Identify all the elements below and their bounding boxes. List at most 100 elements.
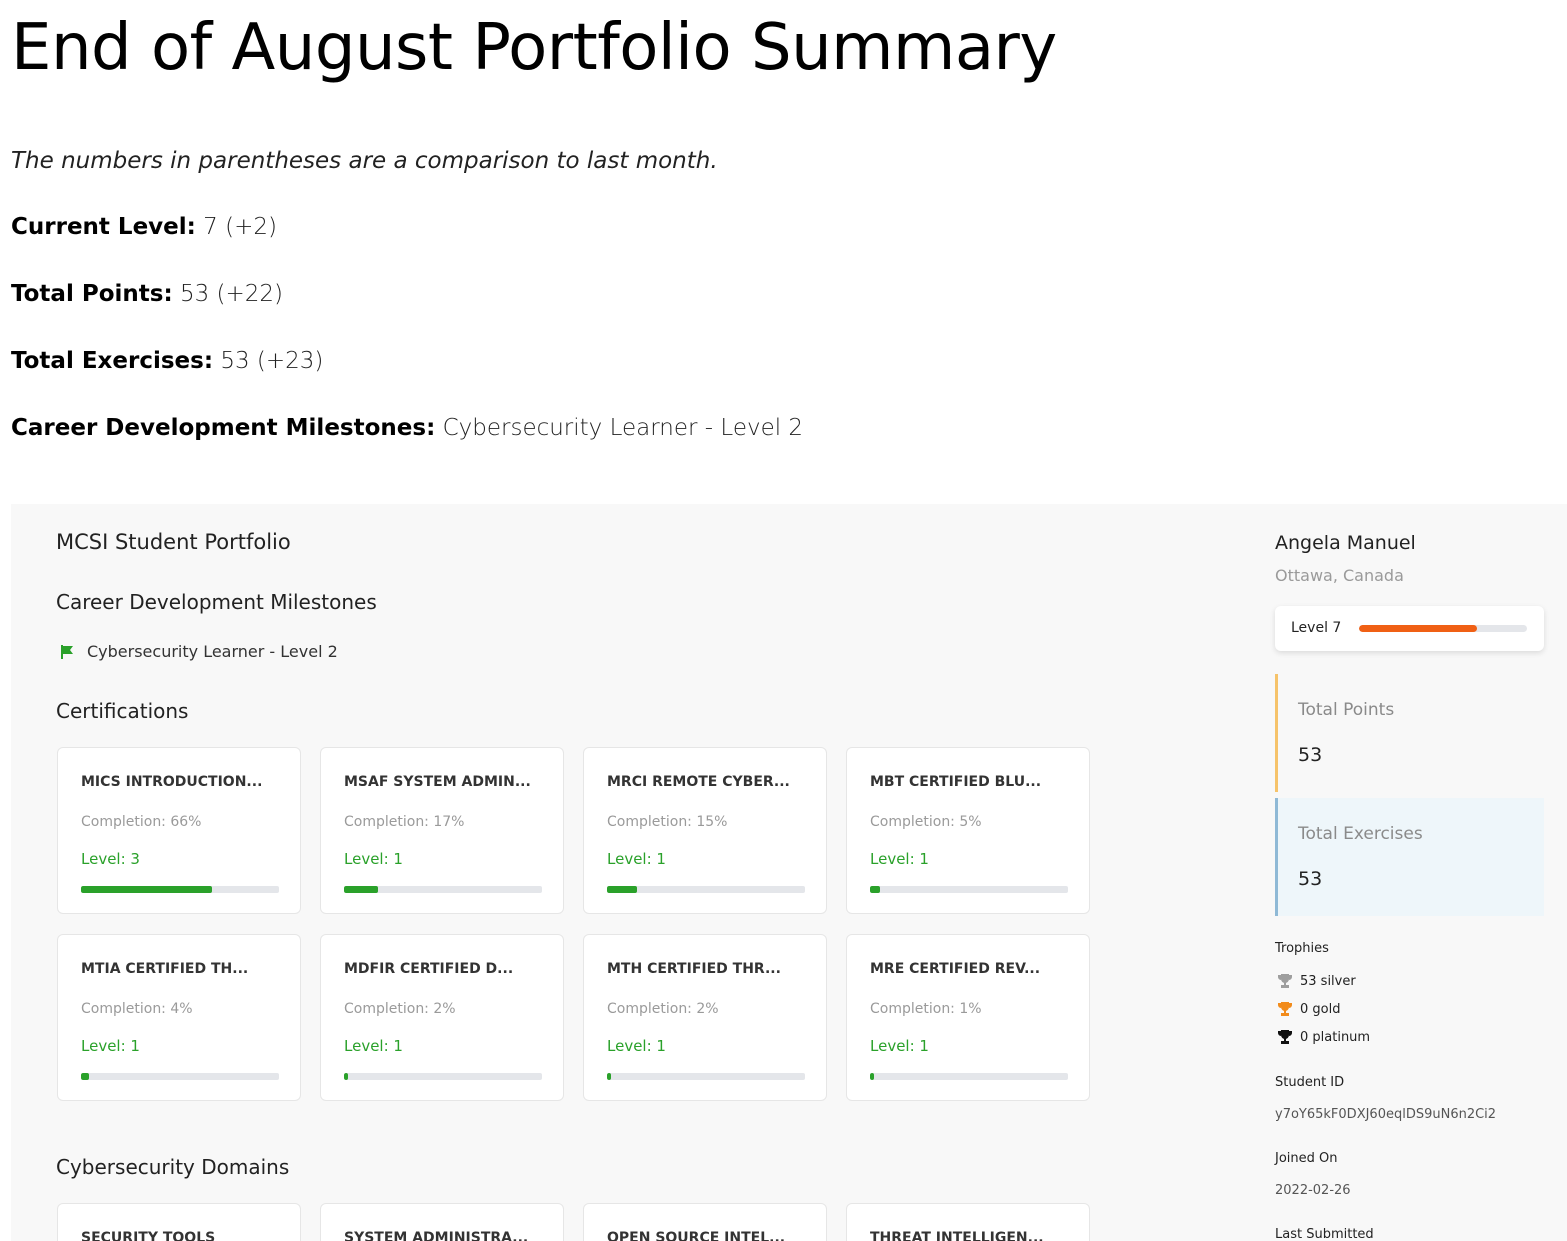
- certification-title: MBT CERTIFIED BLU...: [870, 774, 1042, 790]
- domain-title: THREAT INTELLIGEN...: [870, 1230, 1044, 1241]
- gold-trophy-icon: [1278, 1002, 1292, 1016]
- certification-title: MTH CERTIFIED THR...: [607, 961, 781, 977]
- level-label: Level 7: [1291, 620, 1342, 636]
- student-location: Ottawa, Canada: [1275, 566, 1404, 585]
- certification-completion: Completion: 2%: [344, 1001, 456, 1017]
- domain-title: OPEN SOURCE INTEL...: [607, 1230, 786, 1241]
- certification-card[interactable]: MTIA CERTIFIED TH... Completion: 4% Level:…: [57, 934, 301, 1101]
- student-id-value: y7oY65kF0DXJ60eqlDS9uN6n2Ci2: [1275, 1107, 1497, 1122]
- silver-count: 53 silver: [1300, 973, 1356, 989]
- certification-card[interactable]: MSAF SYSTEM ADMIN... Completion: 17% Level…: [320, 747, 564, 914]
- certification-card[interactable]: MBT CERTIFIED BLU... Completion: 5% Level:…: [846, 747, 1090, 914]
- platinum-count: 0 platinum: [1300, 1029, 1371, 1045]
- level-progress-card: Level 7: [1275, 606, 1544, 651]
- certification-completion: Completion: 2%: [607, 1001, 719, 1017]
- certification-title: MRCI REMOTE CYBER...: [607, 774, 790, 790]
- milestones-heading: Career Development Milestones: [56, 590, 377, 614]
- certification-card[interactable]: MICS INTRODUCTION... Completion: 66% Level…: [57, 747, 301, 914]
- portfolio-screenshot-panel: MCSI Student Portfolio Career Developmen…: [11, 504, 1567, 1241]
- certification-title: MRE CERTIFIED REV...: [870, 961, 1041, 977]
- level-progress-fill: [1359, 625, 1477, 632]
- certification-card[interactable]: MRCI REMOTE CYBER... Completion: 15% Level…: [583, 747, 827, 914]
- milestones-line: Career Development Milestones: Cybersecu…: [11, 415, 803, 441]
- certification-title: MTIA CERTIFIED TH...: [81, 961, 249, 977]
- certification-level: Level: 1: [344, 1037, 403, 1055]
- page-title: End of August Portfolio Summary: [11, 11, 1057, 85]
- certification-level: Level: 1: [344, 850, 403, 868]
- certification-completion: Completion: 1%: [870, 1001, 982, 1017]
- trophy-silver: 53 silver: [1277, 973, 1356, 989]
- certification-progress-bar: [81, 1073, 279, 1080]
- certification-progress-bar: [344, 1073, 542, 1080]
- certification-completion: Completion: 15%: [607, 814, 728, 830]
- milestone-item: Cybersecurity Learner - Level 2: [59, 642, 338, 661]
- certification-completion: Completion: 5%: [870, 814, 982, 830]
- certification-level: Level: 1: [607, 850, 666, 868]
- total-exercises-card-label: Total Exercises: [1298, 824, 1423, 844]
- total-exercises-value: 53 (+23): [220, 348, 324, 374]
- certification-progress-bar: [607, 886, 805, 893]
- certification-progress-fill: [607, 886, 637, 893]
- domain-title: SYSTEM ADMINISTRA...: [344, 1230, 529, 1241]
- domain-title: SECURITY TOOLS: [81, 1230, 216, 1241]
- student-name: Angela Manuel: [1275, 532, 1416, 554]
- current-level-label: Current Level:: [11, 214, 196, 240]
- certification-card[interactable]: MRE CERTIFIED REV... Completion: 1% Level:…: [846, 934, 1090, 1101]
- domains-heading: Cybersecurity Domains: [56, 1155, 290, 1179]
- certification-completion: Completion: 66%: [81, 814, 202, 830]
- current-level-value: 7 (+2): [203, 214, 277, 240]
- certification-progress-bar: [344, 886, 542, 893]
- certification-progress-bar: [81, 886, 279, 893]
- certification-completion: Completion: 4%: [81, 1001, 193, 1017]
- certification-level: Level: 1: [870, 1037, 929, 1055]
- level-progress-bar: [1359, 625, 1527, 632]
- total-exercises-label: Total Exercises:: [11, 348, 214, 374]
- total-points-card: Total Points 53: [1275, 674, 1544, 792]
- trophies-heading: Trophies: [1275, 941, 1329, 956]
- last-submitted-heading: Last Submitted: [1275, 1227, 1374, 1241]
- student-id-heading: Student ID: [1275, 1075, 1345, 1090]
- certification-card[interactable]: MDFIR CERTIFIED D... Completion: 2% Level:…: [320, 934, 564, 1101]
- trophy-platinum: 0 platinum: [1277, 1029, 1370, 1045]
- total-exercises-line: Total Exercises: 53 (+23): [11, 348, 323, 374]
- certification-progress-fill: [81, 1073, 89, 1080]
- milestone-label: Cybersecurity Learner - Level 2: [87, 642, 338, 661]
- certification-title: MSAF SYSTEM ADMIN...: [344, 774, 531, 790]
- joined-heading: Joined On: [1275, 1151, 1338, 1166]
- platinum-trophy-icon: [1278, 1030, 1292, 1044]
- domain-card[interactable]: THREAT INTELLIGEN...: [846, 1203, 1090, 1241]
- gold-count: 0 gold: [1300, 1001, 1341, 1017]
- domain-card[interactable]: OPEN SOURCE INTEL...: [583, 1203, 827, 1241]
- certification-title: MDFIR CERTIFIED D...: [344, 961, 514, 977]
- joined-value: 2022-02-26: [1275, 1183, 1351, 1198]
- certification-card[interactable]: MTH CERTIFIED THR... Completion: 2% Level:…: [583, 934, 827, 1101]
- total-points-line: Total Points: 53 (+22): [11, 281, 283, 307]
- domain-card[interactable]: SYSTEM ADMINISTRA...: [320, 1203, 564, 1241]
- certification-progress-fill: [344, 1073, 348, 1080]
- certification-progress-bar: [870, 886, 1068, 893]
- total-exercises-card-value: 53: [1298, 868, 1323, 890]
- total-points-card-label: Total Points: [1298, 700, 1395, 720]
- certification-level: Level: 3: [81, 850, 140, 868]
- certification-completion: Completion: 17%: [344, 814, 465, 830]
- certification-level: Level: 1: [81, 1037, 140, 1055]
- certification-progress-bar: [607, 1073, 805, 1080]
- total-points-label: Total Points:: [11, 281, 173, 307]
- total-points-card-value: 53: [1298, 744, 1323, 766]
- certification-progress-fill: [607, 1073, 611, 1080]
- certification-progress-bar: [870, 1073, 1068, 1080]
- total-exercises-card: Total Exercises 53: [1275, 798, 1544, 916]
- certification-progress-fill: [344, 886, 378, 893]
- silver-trophy-icon: [1278, 974, 1292, 988]
- trophy-gold: 0 gold: [1277, 1001, 1340, 1017]
- current-level-line: Current Level: 7 (+2): [11, 214, 277, 240]
- certification-progress-fill: [81, 886, 212, 893]
- certification-title: MICS INTRODUCTION...: [81, 774, 263, 790]
- domain-card[interactable]: SECURITY TOOLS: [57, 1203, 301, 1241]
- comparison-note: The numbers in parentheses are a compari…: [11, 148, 718, 174]
- certifications-heading: Certifications: [56, 699, 189, 723]
- portfolio-title: MCSI Student Portfolio: [56, 530, 291, 554]
- page: End of August Portfolio Summary The numb…: [0, 0, 1567, 1241]
- certification-level: Level: 1: [870, 850, 929, 868]
- total-points-value: 53 (+22): [179, 281, 284, 307]
